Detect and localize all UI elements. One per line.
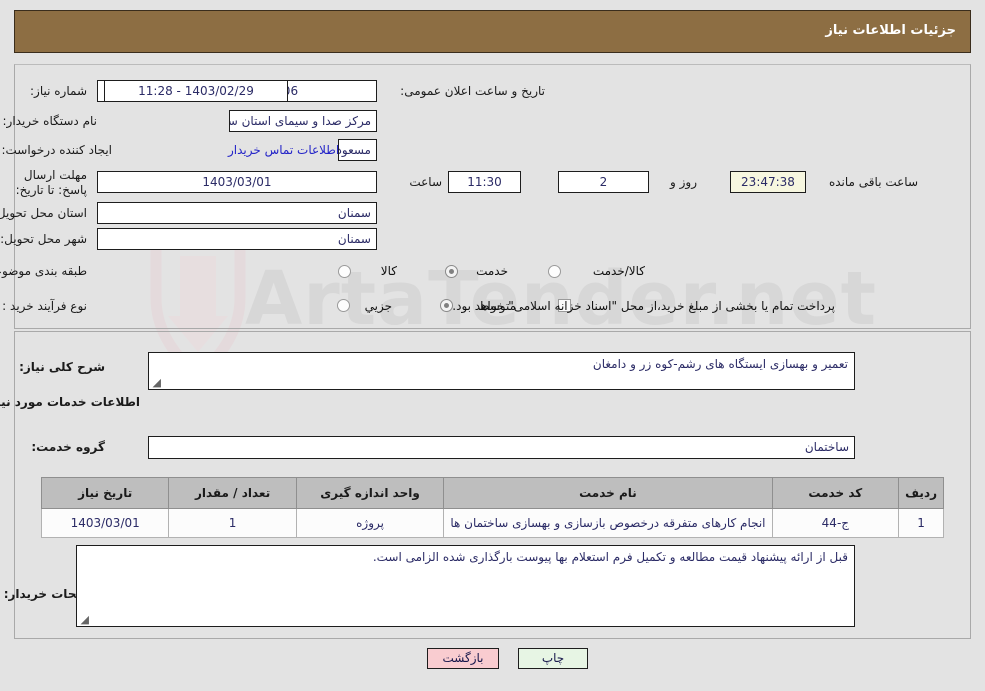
purchase-process-label: نوع فرآیند خرید : — [2, 299, 87, 313]
deadline-time-value: 11:30 — [448, 171, 521, 193]
col-row-no: ردیف — [898, 477, 944, 509]
buyer-org-label: نام دستگاه خریدار: — [2, 114, 98, 128]
category-radio-kala-label: کالا — [380, 264, 397, 278]
col-unit: واحد اندازه گیری — [295, 477, 445, 509]
need-info-panel — [14, 64, 971, 329]
buyer-contact-link[interactable]: اطلاعات تماس خریدار — [228, 143, 339, 157]
deadline-days-label: روز و — [670, 175, 697, 189]
service-group-value: ساختمان — [148, 436, 855, 459]
cell-service-code: ج-44 — [771, 508, 900, 538]
category-radio-khedmat[interactable] — [445, 265, 458, 278]
category-radio-khedmat-label: خدمت — [476, 264, 508, 278]
delivery-city-value: سمنان — [97, 228, 377, 250]
public-announce-value: 1403/02/29 - 11:28 — [104, 80, 288, 102]
need-number-label: شماره نیاز: — [30, 84, 87, 98]
treasury-bond-note: پرداخت تمام یا بخشی از مبلغ خرید،از محل … — [452, 299, 835, 313]
table-row: 1 ج-44 انجام کارهای متفرقه درخصوص بازساز… — [40, 508, 944, 538]
deadline-remaining-label: ساعت باقی مانده — [828, 175, 918, 189]
deadline-date-value: 1403/03/01 — [97, 171, 377, 193]
cell-unit: پروژه — [295, 508, 445, 538]
cell-need-date: 1403/03/01 — [40, 508, 170, 538]
col-quantity: تعداد / مقدار — [168, 477, 297, 509]
col-service-name: نام خدمت — [443, 477, 773, 509]
buyer-notes-textarea[interactable]: قبل از ارائه پیشنهاد قیمت مطالعه و تکمیل… — [76, 545, 855, 627]
page-title: جزئیات اطلاعات نیاز — [825, 23, 956, 38]
print-button[interactable]: چاپ — [518, 648, 588, 669]
buyer-notes-value: قبل از ارائه پیشنهاد قیمت مطالعه و تکمیل… — [372, 550, 848, 564]
delivery-province-label: استان محل تحویل: — [0, 206, 87, 220]
cell-row-no: 1 — [898, 508, 944, 538]
table-header-row: ردیف کد خدمت نام خدمت واحد اندازه گیری ت… — [40, 477, 944, 509]
category-radio-kala-khedmat-label: کالا/خدمت — [592, 264, 645, 278]
purchase-process-radio-jozei[interactable] — [337, 299, 350, 312]
services-section-title: اطلاعات خدمات مورد نیاز — [0, 395, 140, 409]
deadline-time-label: ساعت — [409, 175, 442, 189]
purchase-process-radio-motevaset[interactable] — [440, 299, 453, 312]
category-label: طبقه بندی موضوعی: — [0, 264, 87, 278]
request-creator-value: مسعود میرزائی کارپرداز مرکز صدا و سیمای … — [338, 139, 377, 161]
request-creator-label: ایجاد کننده درخواست: — [1, 143, 112, 157]
category-radio-kala[interactable] — [338, 265, 351, 278]
deadline-days-value: 2 — [558, 171, 649, 193]
purchase-process-radio-jozei-label: جزیي — [364, 299, 392, 313]
services-table-wrapper: ردیف کد خدمت نام خدمت واحد اندازه گیری ت… — [40, 477, 944, 538]
service-group-label: گروه خدمت: — [31, 440, 105, 454]
general-description-value: تعمیر و بهسازی ایستگاه های رشم-کوه زر و … — [592, 357, 848, 371]
cell-quantity: 1 — [168, 508, 297, 538]
delivery-city-label: شهر محل تحویل: — [0, 232, 87, 246]
cell-service-name: انجام کارهای متفرقه درخصوص بازسازی و بهس… — [443, 508, 773, 538]
buyer-org-value: مرکز صدا و سیمای استان سمنان — [229, 110, 377, 132]
general-description-textarea[interactable]: تعمیر و بهسازی ایستگاه های رشم-کوه زر و … — [148, 352, 855, 390]
deadline-label: مهلت ارسال پاسخ: تا تاریخ: — [15, 168, 87, 197]
deadline-countdown-value: 23:47:38 — [730, 171, 806, 193]
services-table: ردیف کد خدمت نام خدمت واحد اندازه گیری ت… — [40, 477, 944, 538]
col-need-date: تاریخ نیاز — [40, 477, 170, 509]
delivery-province-value: سمنان — [97, 202, 377, 224]
back-button[interactable]: بازگشت — [427, 648, 499, 669]
resize-grip-icon[interactable]: ◢ — [151, 377, 161, 388]
general-description-label: شرح کلی نیاز: — [19, 360, 105, 374]
public-announce-label: تاریخ و ساعت اعلان عمومی: — [400, 84, 545, 98]
col-service-code: کد خدمت — [771, 477, 900, 509]
page-header: جزئیات اطلاعات نیاز — [14, 10, 971, 53]
resize-grip-icon-notes[interactable]: ◢ — [79, 614, 89, 625]
category-radio-kala-khedmat[interactable] — [548, 265, 561, 278]
